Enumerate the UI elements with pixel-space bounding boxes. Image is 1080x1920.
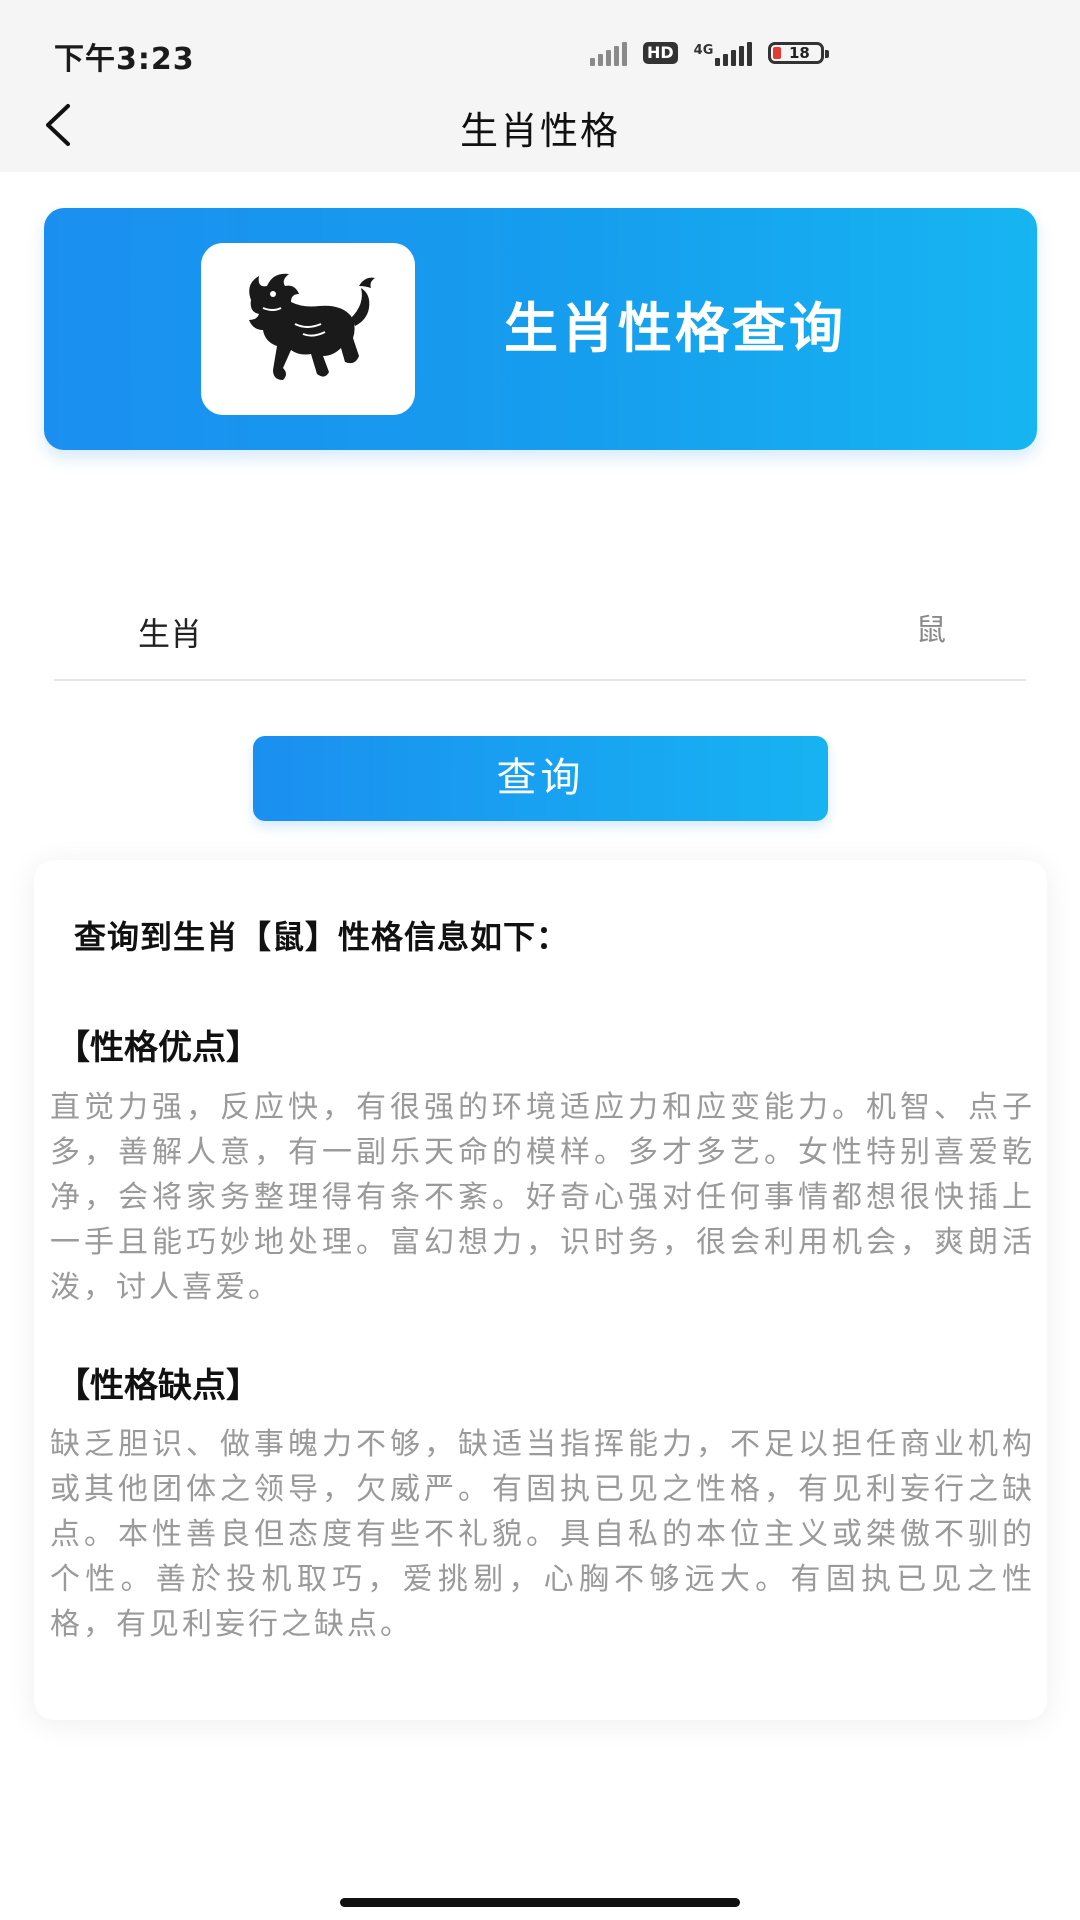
battery-level: 18: [788, 44, 810, 62]
network-4g-icon: 4G: [694, 40, 753, 66]
hd-icon: HD: [643, 42, 678, 64]
zodiac-label: 生肖: [138, 615, 203, 653]
strengths-text: 直觉力强，反应快，有很强的环境适应力和应变能力。机智、点子多，善解人意，有一副乐…: [50, 1090, 1035, 1305]
battery-icon: 18: [768, 42, 830, 64]
signal-icon: [590, 40, 627, 66]
status-icons: HD 4G 18: [590, 36, 830, 70]
header-banner: 生肖性格查询: [44, 208, 1037, 450]
result-card: 查询到生肖【鼠】性格信息如下： 【性格优点】 直觉力强，反应快，有很强的环境适应…: [34, 860, 1047, 1720]
status-time: 下午3:23: [54, 42, 195, 77]
zodiac-value[interactable]: 鼠: [916, 605, 946, 649]
weaknesses-text: 缺乏胆识、做事魄力不够，缺适当指挥能力，不足以担任商业机构或其他团体之领导，欠威…: [50, 1427, 1035, 1642]
result-heading: 查询到生肖【鼠】性格信息如下：: [74, 918, 570, 956]
network-label: 4G: [693, 43, 714, 58]
banner-title: 生肖性格查询: [504, 297, 846, 360]
page-title: 生肖性格: [459, 109, 620, 153]
qilin-logo-icon: [249, 273, 375, 380]
zodiac-selector-row[interactable]: 生肖 鼠: [54, 585, 1026, 681]
top-bar: 下午3:23 HD 4G 18 生肖性格: [0, 0, 1080, 172]
query-button[interactable]: 查询: [253, 736, 828, 821]
logo-container: [201, 243, 415, 415]
home-indicator[interactable]: [340, 1898, 740, 1907]
app-screen: 下午3:23 HD 4G 18 生肖性格 生肖性格查询 生肖 鼠 查询 查询到生…: [0, 0, 1080, 1920]
strengths-title: 【性格优点】: [56, 1028, 260, 1068]
weaknesses-title: 【性格缺点】: [56, 1366, 260, 1406]
